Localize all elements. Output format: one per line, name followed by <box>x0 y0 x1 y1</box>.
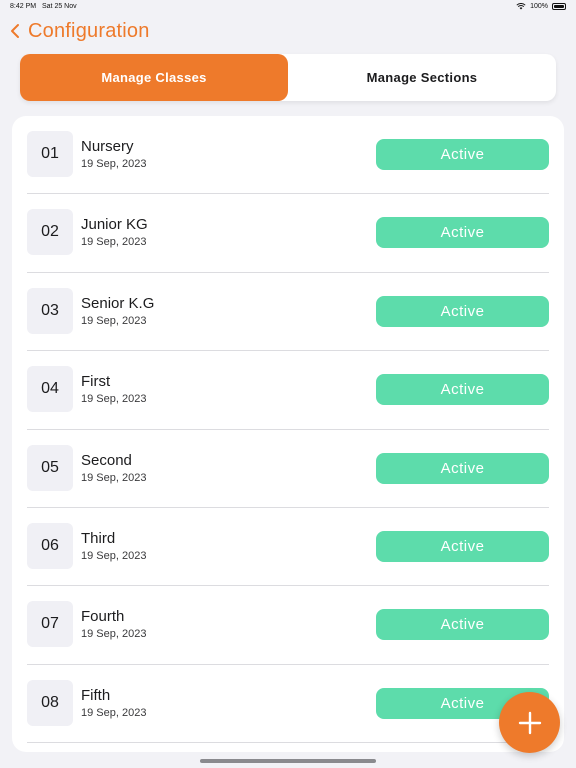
class-date: 19 Sep, 2023 <box>81 471 147 484</box>
class-name: Fifth <box>81 686 111 704</box>
class-name: Senior K.G <box>81 294 155 312</box>
class-name: Fourth <box>81 608 125 626</box>
class-number: 07 <box>27 601 73 648</box>
class-name: Nursery <box>81 138 134 155</box>
class-date: 19 Sep, 2023 <box>81 706 147 719</box>
class-number: 02 <box>27 209 73 256</box>
status-date: Sat 25 Nov <box>42 3 77 10</box>
class-date: 19 Sep, 2023 <box>81 158 147 170</box>
battery-icon <box>552 3 566 10</box>
class-date: 19 Sep, 2023 <box>81 314 147 327</box>
status-badge[interactable]: Active <box>376 295 549 327</box>
class-name: Junior KG <box>81 216 148 234</box>
class-date: 19 Sep, 2023 <box>81 550 147 562</box>
chevron-left-icon[interactable] <box>10 21 24 41</box>
list-item[interactable]: 04 First 19 Sep, 2023 Active <box>12 351 564 430</box>
list-item[interactable]: 05 Second 19 Sep, 2023 Active <box>12 430 564 508</box>
page-title: Configuration <box>28 19 150 42</box>
status-time: 8:42 PM <box>10 3 37 10</box>
class-date: 19 Sep, 2023 <box>81 236 147 249</box>
nav-bar: Configuration <box>10 18 150 44</box>
class-date: 19 Sep, 2023 <box>81 628 147 641</box>
status-badge[interactable]: Active <box>376 217 549 249</box>
segmented-control: Manage Classes Manage Sections <box>20 54 556 101</box>
status-badge[interactable]: Active <box>376 452 549 484</box>
class-number: 05 <box>27 444 73 491</box>
tab-manage-classes[interactable]: Manage Classes <box>20 54 288 101</box>
add-class-button[interactable] <box>499 692 560 753</box>
plus-icon <box>518 711 541 734</box>
class-number: 04 <box>27 366 73 413</box>
list-item[interactable]: 06 Third 19 Sep, 2023 Active <box>12 508 564 587</box>
class-number: 03 <box>27 287 73 334</box>
wifi-icon <box>516 3 526 10</box>
status-badge[interactable]: Active <box>376 531 549 562</box>
status-right: 100% <box>516 3 566 10</box>
status-badge[interactable]: Active <box>376 609 549 641</box>
class-number: 01 <box>27 131 73 177</box>
battery-percent: 100% <box>530 3 548 10</box>
class-date: 19 Sep, 2023 <box>81 393 147 406</box>
list-item[interactable]: 07 Fourth 19 Sep, 2023 Active <box>12 586 564 665</box>
list-item[interactable]: 03 Senior K.G 19 Sep, 2023 Active <box>12 273 564 352</box>
class-name: Second <box>81 451 132 469</box>
class-list: 01 Nursery 19 Sep, 2023 Active 02 Junior… <box>12 116 564 752</box>
divider <box>27 742 549 744</box>
list-item[interactable]: 01 Nursery 19 Sep, 2023 Active <box>12 116 564 195</box>
list-item[interactable]: 02 Junior KG 19 Sep, 2023 Active <box>12 194 564 273</box>
home-indicator <box>200 759 376 763</box>
class-number: 06 <box>27 523 73 569</box>
status-bar: 8:42 PM Sat 25 Nov 100% <box>0 0 576 14</box>
class-number: 08 <box>27 679 73 726</box>
tab-manage-sections[interactable]: Manage Sections <box>288 54 556 101</box>
status-badge[interactable]: Active <box>376 374 549 406</box>
list-item[interactable]: 08 Fifth 19 Sep, 2023 Active <box>12 665 564 744</box>
class-name: Third <box>81 530 116 547</box>
status-badge[interactable]: Active <box>376 139 549 170</box>
class-name: First <box>81 373 111 391</box>
